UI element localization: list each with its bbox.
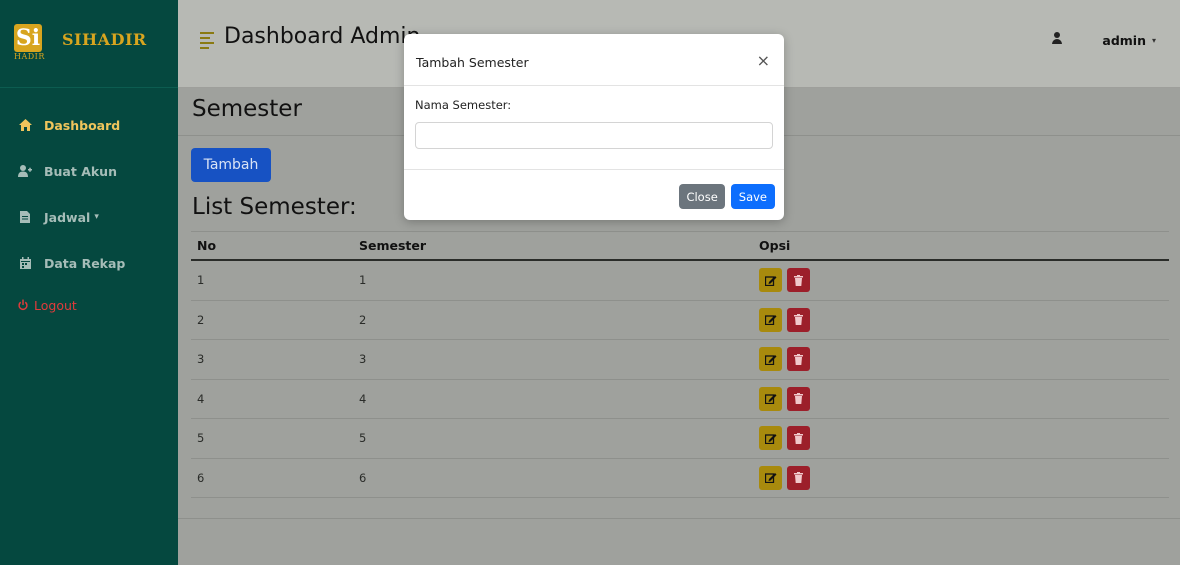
logo-subtext: HADIR: [14, 51, 45, 61]
row-actions: [753, 465, 810, 490]
column-header-no: No: [197, 238, 217, 253]
edit-icon: [764, 275, 776, 286]
semester-table: No Semester Opsi 1 1 2 2 3 3 4 4 5 5 6 6: [191, 231, 1169, 498]
table-header: No Semester Opsi: [191, 231, 1169, 261]
sidebar-item-label: Dashboard: [44, 117, 121, 133]
add-semester-modal: Tambah Semester × Nama Semester: Close S…: [404, 34, 784, 220]
edit-icon: [764, 315, 776, 326]
list-title: List Semester:: [192, 194, 357, 220]
save-button[interactable]: Save: [730, 184, 775, 209]
cell-semester: 5: [359, 431, 367, 446]
sidebar-item-data-rekap[interactable]: Data Rekap: [0, 240, 178, 286]
table-row: 2 2: [191, 301, 1169, 340]
edit-icon: [764, 394, 776, 405]
table-row: 5 5: [191, 419, 1169, 459]
cell-semester: 3: [359, 352, 367, 367]
sidebar-item-dashboard[interactable]: Dashboard: [0, 102, 178, 148]
user-name: admin: [1102, 33, 1146, 48]
sidebar-item-jadwal[interactable]: Jadwal ▾: [0, 194, 178, 240]
delete-button[interactable]: [787, 347, 810, 372]
modal-header: Tambah Semester ×: [404, 34, 784, 86]
chevron-down-icon: ▾: [1151, 36, 1156, 45]
column-header-opsi: Opsi: [759, 238, 791, 253]
cell-no: 6: [197, 470, 205, 485]
cell-semester: 2: [359, 312, 367, 327]
edit-button[interactable]: [759, 307, 782, 332]
close-icon[interactable]: ×: [757, 51, 770, 70]
cell-no: 2: [197, 312, 205, 327]
trash-icon: [794, 432, 803, 444]
sidebar-item-logout[interactable]: Logout: [0, 282, 178, 328]
home-icon: [18, 118, 32, 132]
sidebar-item-label: Data Rekap: [44, 255, 126, 271]
cell-semester: 1: [359, 273, 367, 288]
user-icon: [1052, 32, 1062, 44]
column-header-semester: Semester: [359, 238, 427, 253]
edit-button[interactable]: [759, 268, 782, 293]
semester-name-label: Nama Semester:: [415, 98, 512, 112]
semester-name-input[interactable]: [415, 122, 773, 149]
table-row: 1 1: [191, 261, 1169, 301]
add-semester-button[interactable]: Tambah: [191, 148, 271, 182]
delete-button[interactable]: [787, 465, 810, 490]
delete-button[interactable]: [787, 307, 810, 332]
delete-button[interactable]: [787, 386, 810, 411]
delete-button[interactable]: [787, 268, 810, 293]
row-actions: [753, 347, 810, 372]
close-button[interactable]: Close: [679, 184, 725, 209]
sidebar-item-label: Logout: [34, 297, 77, 313]
trash-icon: [794, 274, 803, 286]
row-actions: [753, 426, 810, 451]
sidebar-item-label: Jadwal: [44, 209, 91, 225]
user-plus-icon: [18, 164, 32, 178]
row-actions: [753, 268, 810, 293]
calendar-icon: [18, 256, 32, 270]
power-icon: [18, 298, 28, 312]
table-row: 4 4: [191, 380, 1169, 419]
logo-mark: Si: [14, 23, 42, 52]
edit-button[interactable]: [759, 465, 782, 490]
edit-icon: [764, 354, 776, 365]
modal-title: Tambah Semester: [416, 55, 529, 70]
cell-semester: 4: [359, 391, 367, 406]
cell-no: 3: [197, 352, 205, 367]
page-title: Dashboard Admin: [224, 24, 421, 49]
sidebar-nav: Dashboard Buat Akun Jadwal ▾ Data Rekap: [0, 102, 178, 328]
edit-button[interactable]: [759, 386, 782, 411]
table-row: 3 3: [191, 340, 1169, 380]
chevron-down-icon: ▾: [94, 212, 99, 222]
modal-body: Nama Semester:: [404, 86, 784, 170]
table-row: 6 6: [191, 459, 1169, 498]
modal-footer: Close Save: [404, 170, 784, 209]
user-menu[interactable]: admin ▾: [1102, 33, 1156, 48]
edit-button[interactable]: [759, 347, 782, 372]
sidebar-item-label: Buat Akun: [44, 163, 117, 179]
edit-icon: [764, 433, 776, 444]
trash-icon: [794, 353, 803, 365]
edit-button[interactable]: [759, 426, 782, 451]
row-actions: [753, 386, 810, 411]
edit-icon: [764, 473, 776, 484]
file-icon: [18, 210, 32, 224]
sidebar-item-buat-akun[interactable]: Buat Akun: [0, 148, 178, 194]
brand[interactable]: Si HADIR SIHADIR: [0, 0, 178, 88]
logo: Si HADIR: [14, 23, 54, 64]
cell-no: 4: [197, 391, 205, 406]
footer-divider: [178, 518, 1180, 519]
trash-icon: [794, 472, 803, 484]
cell-semester: 6: [359, 470, 367, 485]
menu-toggle-icon[interactable]: [200, 32, 214, 49]
row-actions: [753, 307, 810, 332]
delete-button[interactable]: [787, 426, 810, 451]
cell-no: 1: [197, 273, 205, 288]
trash-icon: [794, 393, 803, 405]
trash-icon: [794, 314, 803, 326]
sidebar: Si HADIR SIHADIR Dashboard Buat Akun Jad…: [0, 0, 178, 565]
brand-title: SIHADIR: [62, 30, 147, 49]
cell-no: 5: [197, 431, 205, 446]
